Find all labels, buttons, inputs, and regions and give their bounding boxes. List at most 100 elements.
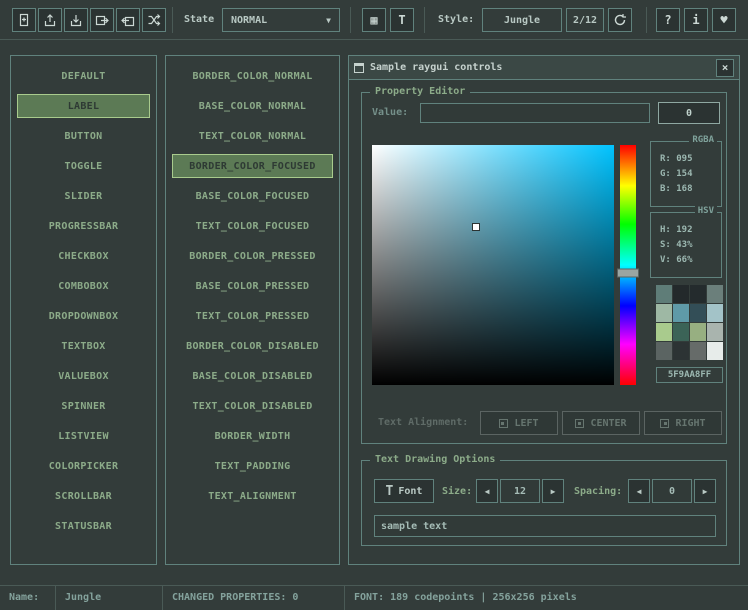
palette-swatch[interactable] (690, 342, 706, 360)
size-value-text: 12 (514, 486, 526, 497)
palette-swatch[interactable] (656, 323, 672, 341)
palette-swatch[interactable] (656, 342, 672, 360)
control-item-button[interactable]: BUTTON (17, 124, 150, 148)
value-label: Value: (372, 107, 408, 118)
palette-swatch[interactable] (673, 323, 689, 341)
control-item-combobox[interactable]: COMBOBOX (17, 274, 150, 298)
control-item-slider[interactable]: SLIDER (17, 184, 150, 208)
spacing-decrease-button[interactable]: ◀ (628, 479, 650, 503)
property-item-base-color-normal[interactable]: BASE_COLOR_NORMAL (172, 94, 333, 118)
control-item-label[interactable]: LABEL (17, 94, 150, 118)
random-style-button[interactable] (142, 8, 166, 32)
size-decrease-button[interactable]: ◀ (476, 479, 498, 503)
align-left-button[interactable]: LEFT (480, 411, 558, 435)
property-item-base-color-pressed[interactable]: BASE_COLOR_PRESSED (172, 274, 333, 298)
hue-slider[interactable] (620, 145, 636, 385)
palette-swatch[interactable] (673, 304, 689, 322)
close-icon: × (722, 61, 729, 74)
palette-swatch[interactable] (707, 342, 723, 360)
property-item-border-color-normal[interactable]: BORDER_COLOR_NORMAL (172, 64, 333, 88)
palette-swatch[interactable] (707, 304, 723, 322)
control-item-valuebox[interactable]: VALUEBOX (17, 364, 150, 388)
spacing-value[interactable]: 0 (652, 479, 692, 503)
control-item-listview[interactable]: LISTVIEW (17, 424, 150, 448)
window-titlebar[interactable]: Sample raygui controls × (349, 56, 739, 80)
about-button[interactable]: i (684, 8, 708, 32)
hue-slider-handle[interactable] (617, 269, 639, 278)
property-item-text-color-pressed[interactable]: TEXT_COLOR_PRESSED (172, 304, 333, 328)
property-item-text-padding[interactable]: TEXT_PADDING (172, 454, 333, 478)
style-name-button[interactable]: Jungle (482, 8, 562, 32)
align-left-icon (499, 419, 508, 428)
property-item-text-alignment[interactable]: TEXT_ALIGNMENT (172, 484, 333, 508)
file-new-button[interactable] (12, 8, 36, 32)
shuffle-icon (147, 13, 161, 27)
property-item-text-color-focused[interactable]: TEXT_COLOR_FOCUSED (172, 214, 333, 238)
style-reload-button[interactable] (608, 8, 632, 32)
style-index-value[interactable]: 2/12 (566, 8, 604, 32)
text-alignment-label: Text Alignment: (378, 417, 468, 428)
spacing-increase-button[interactable]: ▶ (694, 479, 716, 503)
control-item-textbox[interactable]: TEXTBOX (17, 334, 150, 358)
palette-swatch[interactable] (656, 285, 672, 303)
control-item-toggle[interactable]: TOGGLE (17, 154, 150, 178)
palette-swatch[interactable] (656, 304, 672, 322)
control-item-checkbox[interactable]: CHECKBOX (17, 244, 150, 268)
style-import-button[interactable] (116, 8, 140, 32)
control-item-dropdownbox[interactable]: DROPDOWNBOX (17, 304, 150, 328)
property-item-text-color-normal[interactable]: TEXT_COLOR_NORMAL (172, 124, 333, 148)
help-button[interactable]: ? (656, 8, 680, 32)
align-right-button[interactable]: RIGHT (644, 411, 722, 435)
font-icon: T (386, 484, 394, 499)
property-item-border-width[interactable]: BORDER_WIDTH (172, 424, 333, 448)
property-item-base-color-focused[interactable]: BASE_COLOR_FOCUSED (172, 184, 333, 208)
size-value[interactable]: 12 (500, 479, 540, 503)
hex-color-value[interactable]: 5F9AA8FF (656, 367, 723, 383)
font-info-text: FONT: 189 codepoints | 256x256 pixels (354, 592, 577, 603)
text-mode-button[interactable]: T (390, 8, 414, 32)
style-table-button[interactable]: ▦ (362, 8, 386, 32)
sponsor-button[interactable]: ♥ (712, 8, 736, 32)
property-item-text-color-disabled[interactable]: TEXT_COLOR_DISABLED (172, 394, 333, 418)
text-drawing-options-group: Text Drawing Options T Font Size: ◀ 12 ▶… (361, 460, 727, 546)
arrow-left-icon: ◀ (637, 487, 642, 496)
palette-swatch[interactable] (707, 285, 723, 303)
text-icon: T (398, 13, 405, 27)
control-item-progressbar[interactable]: PROGRESSBAR (17, 214, 150, 238)
property-item-border-color-pressed[interactable]: BORDER_COLOR_PRESSED (172, 244, 333, 268)
file-open-button[interactable] (38, 8, 62, 32)
statusbar: Name: Jungle CHANGED PROPERTIES: 0 FONT:… (0, 585, 748, 610)
palette-swatch[interactable] (690, 304, 706, 322)
control-item-colorpicker[interactable]: COLORPICKER (17, 454, 150, 478)
text-drawing-options-title: Text Drawing Options (370, 454, 500, 465)
file-open-icon (43, 13, 57, 27)
close-button[interactable]: × (716, 59, 734, 77)
palette-swatch[interactable] (673, 285, 689, 303)
info-icon: i (692, 13, 699, 27)
palette-swatch[interactable] (690, 323, 706, 341)
control-item-spinner[interactable]: SPINNER (17, 394, 150, 418)
control-item-scrollbar[interactable]: SCROLLBAR (17, 484, 150, 508)
color-picker-cursor[interactable] (472, 223, 480, 231)
color-saturation-value-panel[interactable] (372, 145, 614, 385)
statusbar-name-value: Jungle (56, 586, 163, 610)
sample-text-input[interactable] (374, 515, 716, 537)
file-save-button[interactable] (64, 8, 88, 32)
palette-swatch[interactable] (707, 323, 723, 341)
value-int-button[interactable]: 0 (658, 102, 720, 124)
property-item-border-color-disabled[interactable]: BORDER_COLOR_DISABLED (172, 334, 333, 358)
control-item-statusbar[interactable]: STATUSBAR (17, 514, 150, 538)
align-center-button[interactable]: CENTER (562, 411, 640, 435)
property-item-base-color-disabled[interactable]: BASE_COLOR_DISABLED (172, 364, 333, 388)
font-button[interactable]: T Font (374, 479, 434, 503)
file-export-button[interactable] (90, 8, 114, 32)
state-dropdown[interactable]: NORMAL ▼ (222, 8, 340, 32)
property-item-border-color-focused[interactable]: BORDER_COLOR_FOCUSED (172, 154, 333, 178)
palette-swatch[interactable] (673, 342, 689, 360)
size-increase-button[interactable]: ▶ (542, 479, 564, 503)
hsv-hue-value: H: 192 (660, 223, 721, 238)
palette-swatch[interactable] (690, 285, 706, 303)
value-input[interactable] (420, 103, 650, 123)
property-editor-group: Property Editor Value: 0 RGBA R: 095 G: … (361, 92, 727, 444)
control-item-default[interactable]: DEFAULT (17, 64, 150, 88)
